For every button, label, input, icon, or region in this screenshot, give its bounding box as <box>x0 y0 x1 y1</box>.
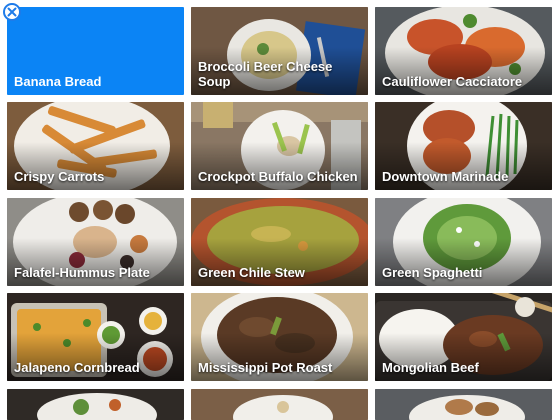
recipe-photo <box>7 389 184 420</box>
recipe-photo <box>375 389 552 420</box>
recipe-tile-green-chile-stew[interactable]: Green Chile Stew <box>191 198 368 286</box>
recipe-tile-crispy-carrots[interactable]: Crispy Carrots <box>7 102 184 190</box>
recipe-tile-green-spaghetti[interactable]: Green Spaghetti <box>375 198 552 286</box>
recipe-title: Banana Bread <box>14 74 102 89</box>
recipe-title: Green Chile Stew <box>198 265 305 280</box>
recipe-tile-cauliflower-cacciatore[interactable]: Cauliflower Cacciatore <box>375 7 552 95</box>
recipe-title: Broccoli Beer Cheese Soup <box>198 59 333 89</box>
recipe-title: Crispy Carrots <box>14 169 105 184</box>
recipe-tile-broccoli-beer-cheese-soup[interactable]: Broccoli Beer Cheese Soup <box>191 7 368 95</box>
recipe-tile-jalapeno-cornbread[interactable]: Jalapeno Cornbread <box>7 293 184 381</box>
recipe-tile-row5-2[interactable] <box>191 389 368 420</box>
recipe-title: Mongolian Beef <box>382 360 479 375</box>
recipe-title: Mississippi Pot Roast <box>198 360 333 375</box>
recipe-tile-mississippi-pot-roast[interactable]: Mississippi Pot Roast <box>191 293 368 381</box>
recipe-photo <box>191 389 368 420</box>
recipe-title: Downtown Marinade <box>382 169 509 184</box>
recipe-title: Falafel-Hummus Plate <box>14 265 150 280</box>
recipe-tile-row5-3[interactable] <box>375 389 552 420</box>
recipe-title: Green Spaghetti <box>382 265 483 280</box>
recipe-tile-row5-1[interactable] <box>7 389 184 420</box>
recipe-title: Jalapeno Cornbread <box>14 360 140 375</box>
recipe-tile-downtown-marinade[interactable]: Downtown Marinade <box>375 102 552 190</box>
close-icon[interactable] <box>3 3 21 21</box>
close-x-glyph <box>7 7 17 17</box>
recipe-tile-banana-bread[interactable]: Banana Bread <box>7 7 184 95</box>
recipe-tile-mongolian-beef[interactable]: Mongolian Beef <box>375 293 552 381</box>
recipe-title: Crockpot Buffalo Chicken <box>198 169 358 184</box>
recipe-tile-falafel-hummus-plate[interactable]: Falafel-Hummus Plate <box>7 198 184 286</box>
recipe-tile-crockpot-buffalo-chicken[interactable]: Crockpot Buffalo Chicken <box>191 102 368 190</box>
recipe-grid: Banana Bread Broccoli Beer Cheese Soup C… <box>0 0 560 420</box>
recipe-title: Cauliflower Cacciatore <box>382 74 523 89</box>
